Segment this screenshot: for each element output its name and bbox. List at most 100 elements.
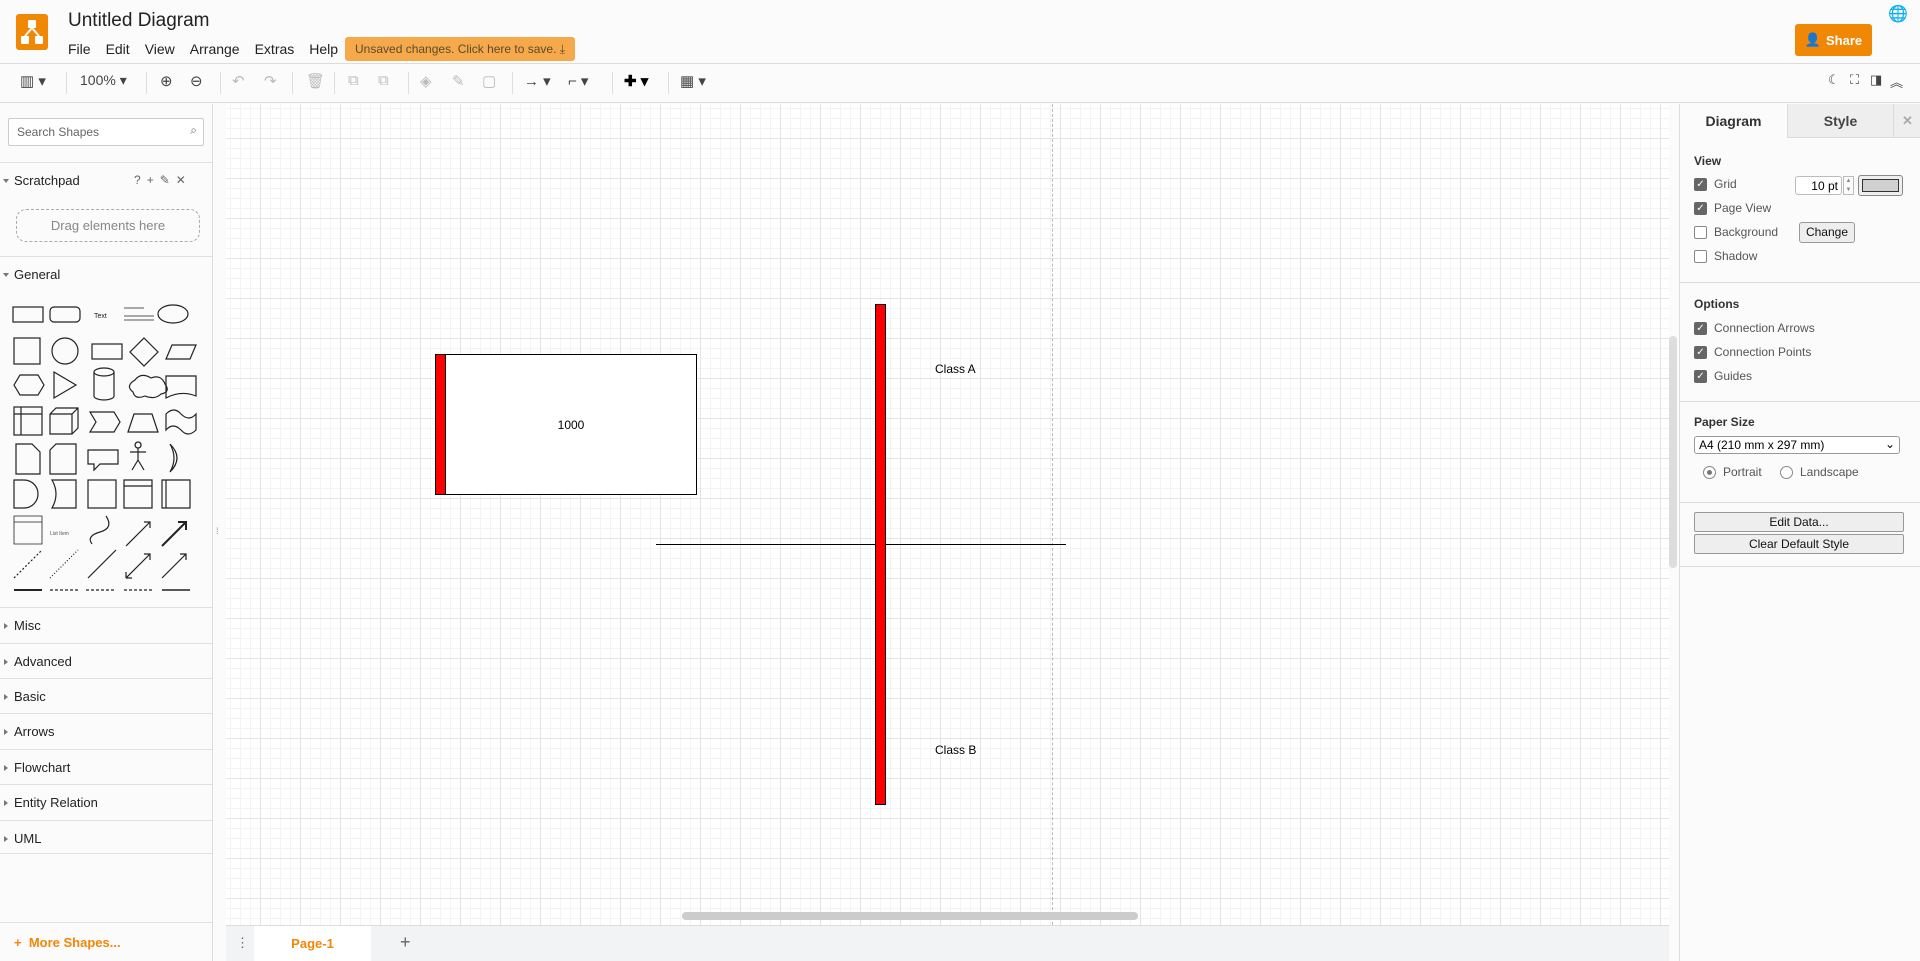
zoom-out-icon[interactable]: ⊖ <box>190 72 203 90</box>
tab-style[interactable]: Style <box>1787 104 1894 138</box>
fullscreen-icon[interactable]: ⛶ <box>1850 72 1859 88</box>
add-icon[interactable]: + <box>147 173 160 187</box>
shape-container <box>87 479 117 509</box>
grid-checkbox[interactable]: ✓ Grid <box>1694 177 1737 191</box>
drawio-logo <box>16 14 48 50</box>
to-front-icon[interactable]: ⧉ <box>348 72 359 89</box>
general-header[interactable]: General <box>0 256 212 290</box>
section-basic[interactable]: Basic <box>0 678 212 712</box>
line-color-icon[interactable]: ✎ <box>452 72 465 90</box>
zoom-in-icon[interactable]: ⊕ <box>160 72 173 90</box>
shape-cube <box>49 407 79 435</box>
dark-mode-icon[interactable]: ☾ <box>1828 72 1840 88</box>
undo-icon[interactable]: ↶ <box>232 72 245 90</box>
diagram-title[interactable]: Untitled Diagram <box>68 10 210 32</box>
close-icon[interactable]: ✕ <box>176 173 192 187</box>
connection-style-icon[interactable]: → ▾ <box>524 72 551 90</box>
search-icon: ⌕ <box>190 123 197 137</box>
waypoints-icon[interactable]: ⌐ ▾ <box>568 72 588 90</box>
shape-process <box>91 343 123 360</box>
format-panel-toggle-icon[interactable]: ▥ ▾ <box>20 72 46 90</box>
header: Untitled Diagram File Edit View Arrange … <box>0 0 1920 64</box>
section-arrows[interactable]: Arrows <box>0 713 212 747</box>
language-globe-icon[interactable]: 🌐 <box>1888 4 1908 24</box>
scratchpad-header[interactable]: Scratchpad ?+✎✕ <box>0 162 212 196</box>
search-shapes-input[interactable]: Search Shapes ⌕ <box>8 118 204 146</box>
redo-icon[interactable]: ↷ <box>264 72 277 90</box>
page-view-label: Page View <box>1714 201 1772 215</box>
more-shapes-button[interactable]: + More Shapes... <box>0 922 212 961</box>
guides-checkbox[interactable]: ✓ Guides <box>1694 369 1752 383</box>
format-panel: Diagram Style ✕ View ✓ Grid 10 pt ▲ ▼ ✓ Pag… <box>1679 104 1920 961</box>
scratchpad-actions: ?+✎✕ <box>134 173 192 187</box>
shape-diamond <box>129 337 159 367</box>
tab-diagram[interactable]: Diagram <box>1680 104 1787 138</box>
share-button[interactable]: 👤 Share <box>1795 24 1872 56</box>
section-advanced[interactable]: Advanced <box>0 643 212 677</box>
shape-box-1000[interactable]: 1000 <box>435 354 697 495</box>
view-heading: View <box>1694 154 1722 168</box>
add-page-icon[interactable]: + <box>400 932 411 953</box>
edit-data-button[interactable]: Edit Data... <box>1694 512 1904 532</box>
class-b-label[interactable]: Class B <box>935 743 976 757</box>
zoom-select[interactable]: 100% ▾ <box>80 72 127 89</box>
shape-cylinder <box>93 367 115 401</box>
menu-view[interactable]: View <box>145 41 175 57</box>
shadow-icon[interactable]: ▢ <box>482 72 496 90</box>
grid-color-button[interactable] <box>1858 175 1903 196</box>
menu-extras[interactable]: Extras <box>255 41 295 57</box>
shape-dotted-line <box>49 549 79 579</box>
background-checkbox[interactable]: Background <box>1694 225 1778 239</box>
close-panel-icon[interactable]: ✕ <box>1894 104 1920 138</box>
section-uml[interactable]: UML <box>0 820 212 854</box>
portrait-radio[interactable]: Portrait <box>1703 465 1762 479</box>
section-entity-relation[interactable]: Entity Relation <box>0 784 212 818</box>
horizontal-scrollbar[interactable] <box>682 912 1138 920</box>
menu-file[interactable]: File <box>68 41 91 57</box>
format-panel-icon[interactable]: ◨ <box>1870 72 1882 88</box>
clear-default-style-button[interactable]: Clear Default Style <box>1694 534 1904 554</box>
menu-edit[interactable]: Edit <box>106 41 130 57</box>
section-misc[interactable]: Misc <box>0 607 212 641</box>
grid-size-input[interactable]: 10 pt <box>1795 176 1842 195</box>
fill-color-icon[interactable]: ◈ <box>420 72 432 90</box>
connection-points-checkbox[interactable]: ✓ Connection Points <box>1694 345 1811 359</box>
grid-size-stepper[interactable]: ▲ ▼ <box>1843 176 1854 195</box>
section-label: Entity Relation <box>14 795 98 810</box>
delete-icon[interactable]: 🗑 <box>306 72 325 90</box>
horizontal-line[interactable] <box>656 544 1066 545</box>
help-icon[interactable]: ? <box>134 173 147 187</box>
to-back-icon[interactable]: ⧉ <box>378 72 389 89</box>
shadow-checkbox[interactable]: Shadow <box>1694 249 1757 263</box>
unsaved-changes-button[interactable]: Unsaved changes. Click here to save. ⤓ <box>345 37 576 61</box>
shape-text: Text <box>94 313 107 320</box>
menu-help[interactable]: Help <box>309 41 338 57</box>
shape-bidirectional-connector <box>125 553 151 579</box>
red-vertical-bar[interactable] <box>875 304 886 805</box>
diagram-canvas[interactable]: 1000 Class A Class B <box>226 104 1669 925</box>
sidebar-resize-handle[interactable]: ⁞ <box>216 526 219 536</box>
pages-menu-icon[interactable]: ⋮ <box>236 935 249 951</box>
page-view-checkbox[interactable]: ✓ Page View <box>1694 201 1771 215</box>
vertical-scrollbar[interactable] <box>1669 336 1677 568</box>
share-label: Share <box>1826 32 1863 48</box>
connection-points-label: Connection Points <box>1714 345 1812 359</box>
collapse-icon[interactable]: ︽ <box>1890 72 1903 91</box>
insert-plus-icon[interactable]: ✚ ▾ <box>624 72 648 90</box>
change-background-button[interactable]: Change <box>1799 222 1855 243</box>
paper-size-heading: Paper Size <box>1694 415 1755 429</box>
page-tab-current[interactable]: Page-1 <box>254 926 371 961</box>
section-flowchart[interactable]: Flowchart <box>0 749 212 783</box>
shape-textbox <box>124 307 154 321</box>
class-a-label[interactable]: Class A <box>935 362 976 376</box>
table-icon[interactable]: ▦ ▾ <box>680 72 706 90</box>
paper-size-select[interactable]: A4 (210 mm x 297 mm) ⌄ <box>1694 436 1900 454</box>
section-label: UML <box>14 831 42 846</box>
scratchpad-dropzone[interactable]: Drag elements here <box>16 209 200 242</box>
connection-arrows-checkbox[interactable]: ✓ Connection Arrows <box>1694 321 1815 335</box>
landscape-radio[interactable]: Landscape <box>1780 465 1859 479</box>
shape-delay <box>13 479 39 509</box>
shape-callout <box>87 449 119 472</box>
menu-arrange[interactable]: Arrange <box>190 41 240 57</box>
edit-icon[interactable]: ✎ <box>160 173 176 187</box>
